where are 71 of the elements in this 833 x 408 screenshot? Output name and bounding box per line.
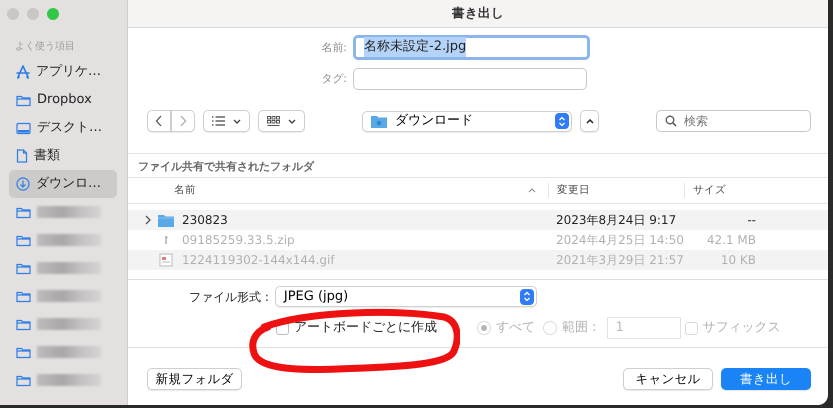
grid-view-button[interactable]: [258, 110, 305, 132]
back-icon: [155, 115, 163, 127]
close-button[interactable]: [7, 8, 19, 20]
field-label: タグ:: [320, 70, 348, 87]
date-cell-text: 2023年8月24日 9:17: [555, 212, 678, 229]
list-icon: [212, 116, 225, 126]
folder-icon: [158, 214, 174, 226]
sidebar-item[interactable]: デスクト…: [9, 114, 117, 142]
sidebar-item[interactable]: 書類: [9, 142, 117, 170]
search-field[interactable]: 検索: [656, 110, 811, 132]
dialog-button[interactable]: 新規フォルダ: [147, 368, 242, 390]
column-header[interactable]: 変更日: [548, 182, 684, 198]
size-cell-text: --: [746, 212, 757, 229]
range-field: 1: [606, 317, 681, 339]
format-popup[interactable]: JPEG (jpg): [274, 286, 537, 307]
chevron-icon: [144, 214, 152, 226]
minimize-button[interactable]: [27, 8, 39, 20]
location-popup[interactable]: ダウンロード: [362, 110, 572, 132]
size-cell-text: 42.1 MB: [706, 232, 757, 249]
sidebar-item[interactable]: Dropbox: [9, 86, 117, 114]
folder-icon: [16, 290, 31, 302]
grid-icon: [267, 116, 280, 126]
list-view-button[interactable]: [203, 110, 250, 132]
date-cell-text: 2024年4月25日 14:50: [555, 232, 684, 249]
file-name: 09185259.33.5.zip: [128, 231, 548, 249]
apps-icon: [16, 65, 30, 79]
folder-icon: [16, 346, 31, 358]
up-button[interactable]: [580, 110, 599, 132]
folder-icon: [16, 94, 31, 106]
folder-icon: [16, 262, 31, 274]
download-icon: [16, 177, 30, 191]
file-name: 1224119302-144x144.gif: [128, 251, 548, 269]
checkbox-option[interactable]: アートボードごとに作成: [276, 318, 437, 338]
radio-option: 範囲 :: [543, 318, 597, 338]
tag-field[interactable]: [353, 68, 587, 90]
zip-file-icon: [164, 236, 168, 244]
dialog-button[interactable]: キャンセル: [623, 368, 713, 390]
folder-icon: [371, 114, 387, 128]
back-button[interactable]: [147, 110, 171, 132]
folder-icon: [16, 206, 31, 218]
format-label: ファイル形式 :: [189, 288, 269, 306]
radio-option: すべて: [477, 318, 535, 338]
caret-icon: [233, 118, 241, 124]
column-header[interactable]: 名前: [128, 182, 548, 198]
sidebar-item[interactable]: ダウンロ…: [9, 170, 117, 198]
document-icon: [16, 149, 28, 163]
image-file-icon: [158, 253, 174, 267]
sidebar-heading: よく使う項目: [14, 40, 76, 54]
folder-icon: [16, 318, 31, 330]
window-title: 書き出し: [128, 0, 828, 28]
desktop-icon: [16, 122, 31, 134]
folder-icon: [16, 374, 31, 386]
chevron-icon: [586, 118, 594, 124]
field-label: 名前:: [320, 40, 348, 56]
column-header[interactable]: サイズ: [684, 182, 764, 198]
name-field[interactable]: 名称未設定-2.jpg: [353, 34, 590, 60]
stepper-icon: [520, 288, 534, 304]
search-icon: [665, 115, 677, 127]
disclosure-icon[interactable]: [144, 214, 152, 226]
forward-icon: [179, 115, 187, 127]
folder-icon: [16, 234, 31, 246]
file-name[interactable]: 230823: [128, 211, 548, 229]
zoom-button[interactable]: [47, 8, 59, 20]
dialog-button[interactable]: 書き出し: [721, 368, 811, 390]
checkbox-option: サフィックス: [684, 318, 781, 338]
date-cell-text: 2021年3月29日 21:57: [555, 252, 684, 269]
stepper-icon: [555, 113, 569, 129]
section-title: ファイル共有で共有されたフォルダ: [128, 153, 828, 178]
caret-icon: [288, 118, 296, 124]
size-cell-text: 10 KB: [720, 252, 757, 269]
sidebar-item[interactable]: アプリケ…: [9, 58, 117, 86]
